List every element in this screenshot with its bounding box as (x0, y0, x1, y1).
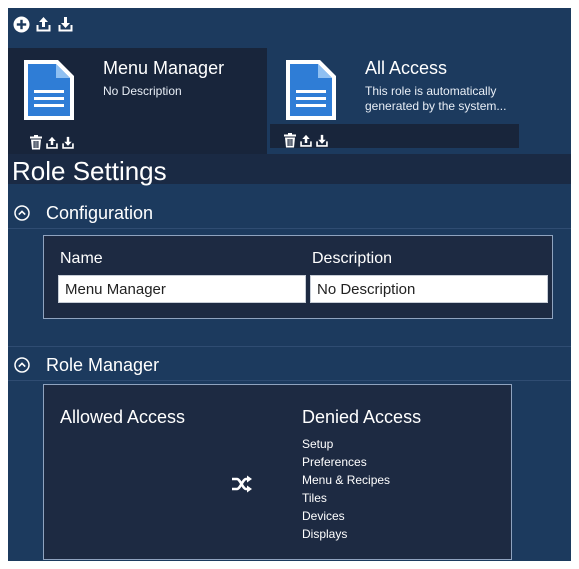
allowed-access-heading: Allowed Access (60, 407, 186, 427)
role-manager-panel: Allowed Access Denied Access Setup Prefe… (43, 384, 512, 560)
shuffle-icon[interactable] (231, 474, 253, 494)
document-icon (24, 60, 74, 120)
upload-icon[interactable] (44, 135, 59, 150)
denied-access-heading: Denied Access (302, 407, 422, 427)
section-divider (8, 346, 571, 347)
denied-access-list: Setup Preferences Menu & Recipes Tiles D… (302, 435, 390, 543)
role-card-all-access[interactable]: All Access This role is automatically ge… (270, 48, 519, 148)
role-title: Menu Manager (103, 58, 225, 78)
role-description: This role is automatically generated by … (365, 84, 507, 113)
section-label: Role Manager (46, 354, 160, 375)
add-icon[interactable] (12, 15, 30, 33)
denied-item-menu-recipes[interactable]: Menu & Recipes (302, 471, 390, 489)
role-card-menu-manager[interactable]: Menu Manager No Description (8, 48, 267, 154)
download-icon[interactable] (56, 15, 74, 33)
configuration-panel: Name Description Menu Manager No Descrip… (43, 235, 553, 319)
page-title: Role Settings (12, 156, 167, 186)
section-role-manager-header[interactable]: Role Manager (8, 349, 571, 381)
collapse-chevron-icon[interactable] (14, 205, 30, 221)
denied-item-setup[interactable]: Setup (302, 435, 390, 453)
name-label: Name (60, 250, 103, 267)
top-toolbar (12, 12, 74, 36)
denied-item-preferences[interactable]: Preferences (302, 453, 390, 471)
section-divider (8, 228, 571, 229)
role-actions (28, 135, 75, 150)
role-title: All Access (365, 58, 448, 78)
role-actions (282, 133, 329, 148)
collapse-chevron-icon[interactable] (14, 357, 30, 373)
denied-item-devices[interactable]: Devices (302, 507, 390, 525)
section-divider (8, 380, 571, 381)
upload-icon[interactable] (298, 133, 313, 148)
role-description: No Description (103, 84, 182, 98)
description-label: Description (312, 250, 393, 267)
denied-item-displays[interactable]: Displays (302, 525, 390, 543)
section-configuration-header[interactable]: Configuration (8, 197, 571, 229)
trash-icon[interactable] (282, 133, 297, 148)
upload-icon[interactable] (34, 15, 52, 33)
denied-item-tiles[interactable]: Tiles (302, 489, 390, 507)
download-icon[interactable] (314, 133, 329, 148)
section-label: Configuration (46, 202, 154, 223)
download-icon[interactable] (60, 135, 75, 150)
document-icon (286, 60, 336, 120)
app-frame: Menu Manager No Description All Access T… (8, 8, 571, 561)
name-input[interactable]: Menu Manager (58, 275, 306, 303)
trash-icon[interactable] (28, 135, 43, 150)
description-input[interactable]: No Description (310, 275, 548, 303)
